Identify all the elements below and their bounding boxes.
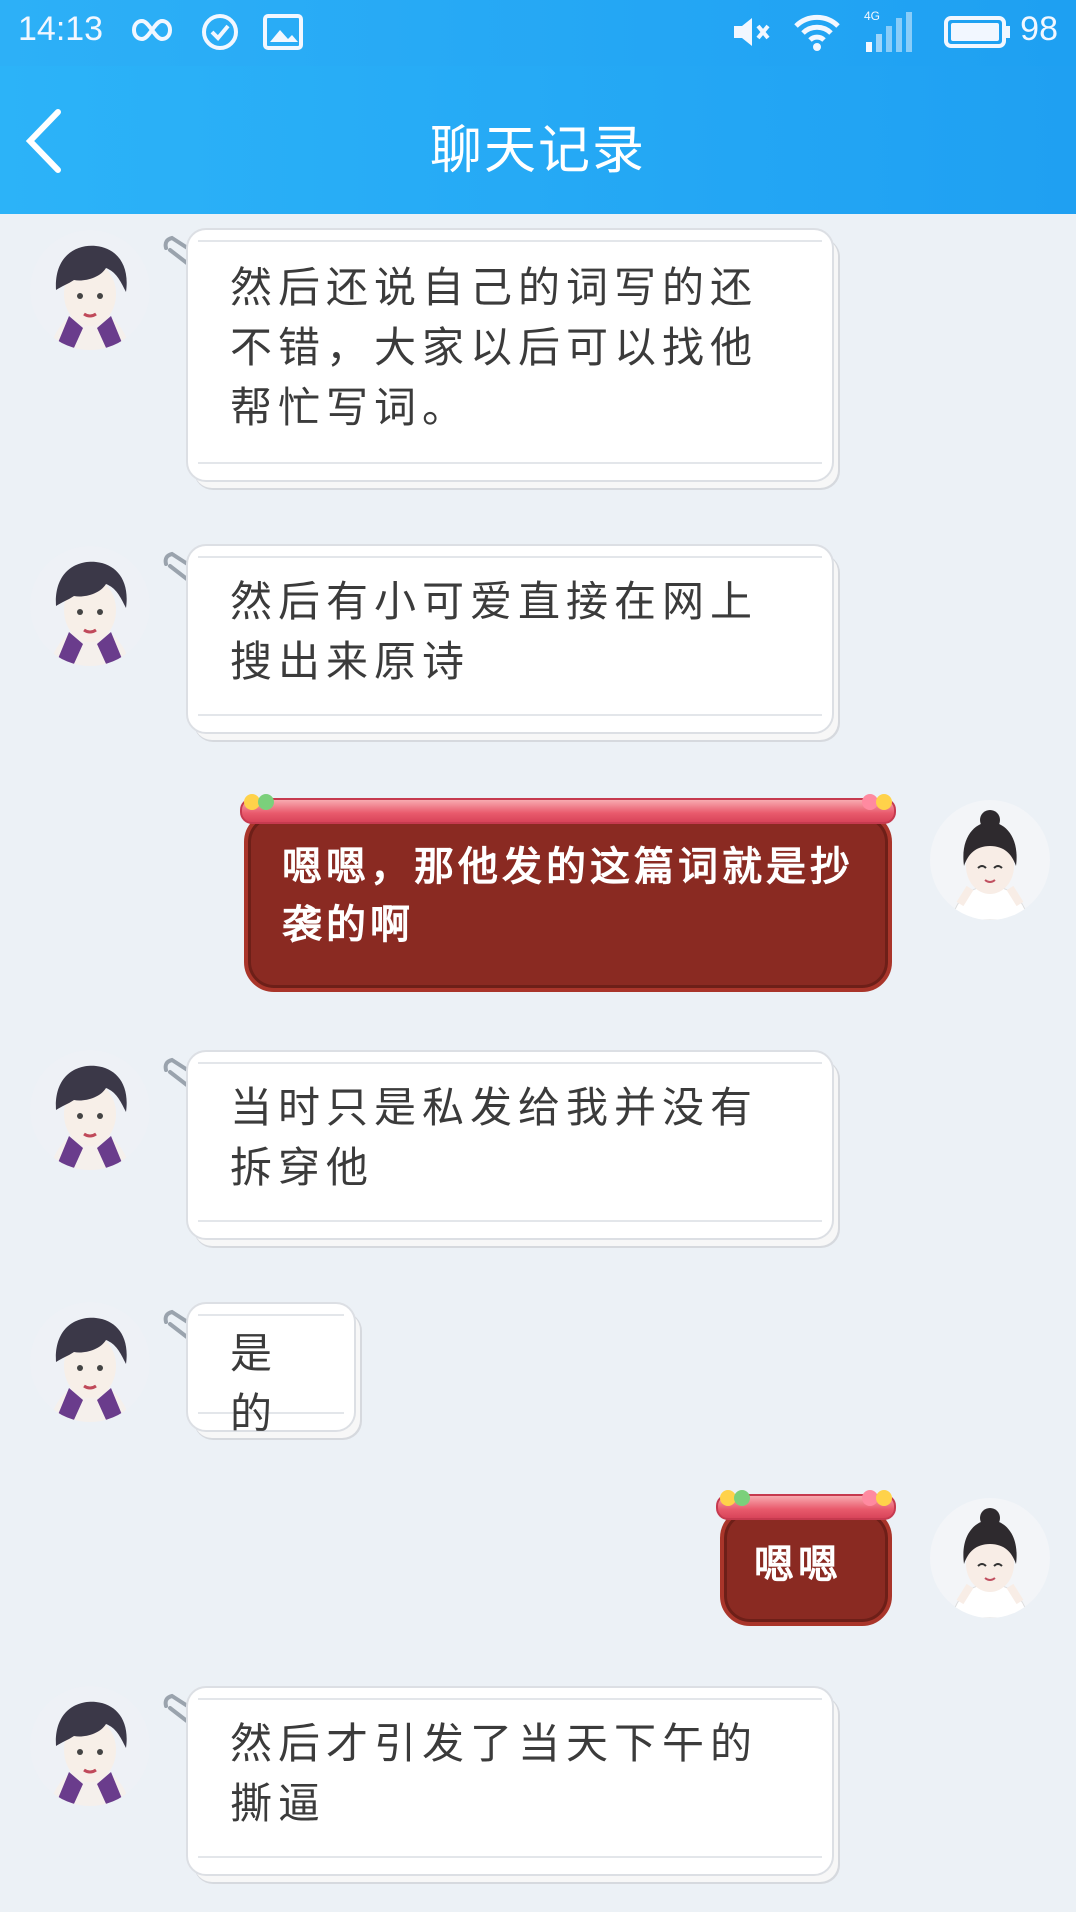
avatar-male[interactable] [30, 1050, 150, 1170]
bead-decoration [734, 1490, 750, 1506]
avatar-male[interactable] [30, 1686, 150, 1806]
wifi-icon [792, 12, 842, 59]
infinity-icon [130, 12, 180, 53]
svg-text:4G: 4G [864, 9, 880, 23]
bead-decoration [876, 794, 892, 810]
bubble-decoration [240, 798, 896, 824]
avatar-female[interactable] [930, 1498, 1050, 1618]
message-bubble-self[interactable]: 嗯嗯 [716, 1490, 896, 1626]
message-bubble[interactable]: 当时只是私发给我并没有拆穿他 [186, 1050, 834, 1240]
message-text: 嗯嗯 [754, 1542, 842, 1588]
avatar-female[interactable] [930, 800, 1050, 920]
message-text: 然后才引发了当天下午的撕逼 [230, 1719, 759, 1828]
bead-decoration [876, 1490, 892, 1506]
message-text: 当时只是私发给我并没有拆穿他 [230, 1083, 759, 1192]
app-header: 聊天记录 [0, 66, 1076, 214]
avatar-male[interactable] [30, 230, 150, 350]
bead-decoration [258, 794, 274, 810]
battery-level: 98 [1020, 10, 1058, 48]
page-title: 聊天记录 [429, 121, 646, 181]
message-bubble-self[interactable]: 嗯嗯，那他发的这篇词就是抄袭的啊 [240, 794, 896, 992]
status-bar: 14:13 4G 98 [0, 0, 1076, 66]
gallery-icon [262, 12, 304, 57]
mute-icon [730, 12, 774, 57]
check-circle-icon [200, 12, 240, 57]
message-bubble[interactable]: 然后还说自己的词写的还不错，大家以后可以找他帮忙写词。 [186, 228, 834, 482]
message-bubble[interactable]: 是的 [186, 1302, 356, 1438]
message-text: 然后还说自己的词写的还不错，大家以后可以找他帮忙写词。 [230, 263, 759, 432]
message-bubble[interactable]: 然后才引发了当天下午的撕逼 [186, 1686, 834, 1876]
message-text: 嗯嗯，那他发的这篇词就是抄袭的啊 [282, 844, 854, 948]
signal-icon: 4G [862, 8, 918, 59]
avatar-male[interactable] [30, 546, 150, 666]
message-bubble[interactable]: 然后有小可爱直接在网上搜出来原诗 [186, 544, 834, 734]
message-text: 然后有小可爱直接在网上搜出来原诗 [230, 577, 759, 686]
battery-icon [942, 14, 1012, 55]
status-time: 14:13 [18, 10, 104, 48]
avatar-male[interactable] [30, 1302, 150, 1422]
chat-history[interactable]: 然后还说自己的词写的还不错，大家以后可以找他帮忙写词。 然后有小可爱直接在网上搜… [0, 214, 1076, 1912]
message-text: 是的 [230, 1329, 279, 1438]
